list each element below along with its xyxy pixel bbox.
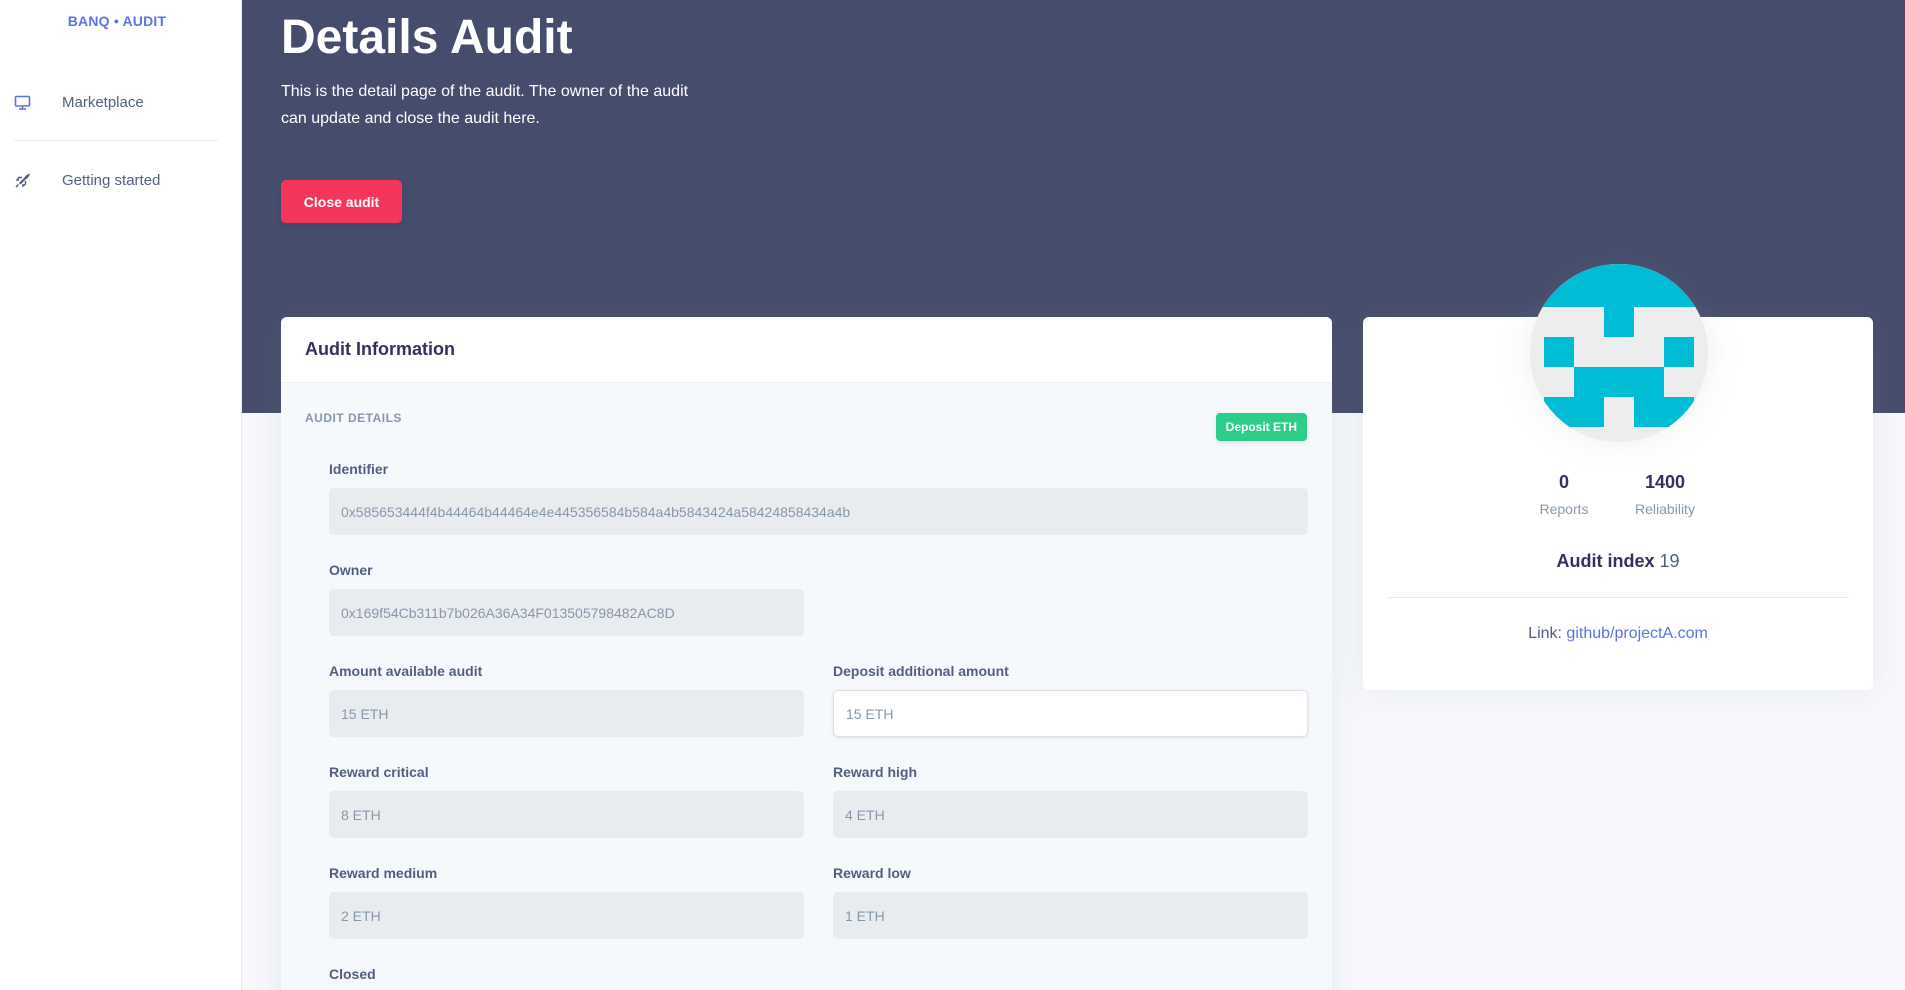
monitor-icon xyxy=(14,94,31,111)
closed-label: Closed xyxy=(329,966,376,982)
reliability-stat: 1400 Reliability xyxy=(1615,472,1715,517)
reliability-label: Reliability xyxy=(1635,501,1695,517)
close-audit-button[interactable]: Close audit xyxy=(281,180,402,223)
reward-medium-field[interactable]: 2 ETH xyxy=(329,892,804,939)
identifier-field[interactable]: 0x585653444f4b44464b44464e4e445356584b58… xyxy=(329,488,1308,535)
amount-available-label: Amount available audit xyxy=(329,663,483,679)
audit-index-value: 19 xyxy=(1659,551,1680,571)
reward-medium-label: Reward medium xyxy=(329,865,438,881)
audit-information-card: Audit Information AUDIT DETAILS Deposit … xyxy=(281,317,1332,990)
audit-index-label: Audit index xyxy=(1556,551,1655,571)
sidebar-divider xyxy=(14,140,218,141)
reliability-value: 1400 xyxy=(1644,472,1686,492)
reward-critical-label: Reward critical xyxy=(329,764,429,780)
brand-logo[interactable]: BANQ • AUDIT xyxy=(0,13,234,29)
project-link-row: Link: github/projectA.com xyxy=(1363,625,1873,643)
sidebar: BANQ • AUDIT Marketplace Getting started xyxy=(0,0,242,990)
reports-stat: 0 Reports xyxy=(1514,472,1614,517)
identifier-label: Identifier xyxy=(329,461,389,477)
rocket-icon xyxy=(14,172,31,189)
reward-low-field[interactable]: 1 ETH xyxy=(833,892,1308,939)
deposit-eth-button[interactable]: Deposit ETH xyxy=(1215,413,1307,441)
sidebar-item-marketplace[interactable]: Marketplace xyxy=(0,82,234,122)
amount-available-field[interactable]: 15 ETH xyxy=(329,690,804,737)
reports-count: 0 xyxy=(1558,472,1569,492)
reports-label: Reports xyxy=(1539,501,1589,517)
reward-critical-field[interactable]: 8 ETH xyxy=(329,791,804,838)
link-label: Link: xyxy=(1528,625,1562,642)
project-link[interactable]: github/projectA.com xyxy=(1566,625,1707,642)
profile-divider xyxy=(1387,597,1849,598)
reward-high-label: Reward high xyxy=(833,764,918,780)
reward-low-label: Reward low xyxy=(833,865,911,881)
sidebar-item-label: Marketplace xyxy=(62,93,144,111)
owner-label: Owner xyxy=(329,562,373,578)
card-header: Audit Information xyxy=(281,317,1332,383)
deposit-additional-label: Deposit additional amount xyxy=(833,663,1009,679)
card-title: Audit Information xyxy=(305,339,455,359)
audit-index: Audit index 19 xyxy=(1363,551,1873,572)
owner-field[interactable]: 0x169f54Cb311b7b026A36A34F013505798482AC… xyxy=(329,589,804,636)
sidebar-item-getting-started[interactable]: Getting started xyxy=(0,160,234,200)
sidebar-item-label: Getting started xyxy=(62,171,161,189)
page-description: This is the detail page of the audit. Th… xyxy=(281,83,689,127)
section-label: AUDIT DETAILS xyxy=(305,411,402,425)
deposit-additional-input[interactable] xyxy=(833,690,1308,737)
reward-high-field[interactable]: 4 ETH xyxy=(833,791,1308,838)
identicon-avatar xyxy=(1530,264,1708,442)
page-title: Details Audit xyxy=(281,11,573,64)
